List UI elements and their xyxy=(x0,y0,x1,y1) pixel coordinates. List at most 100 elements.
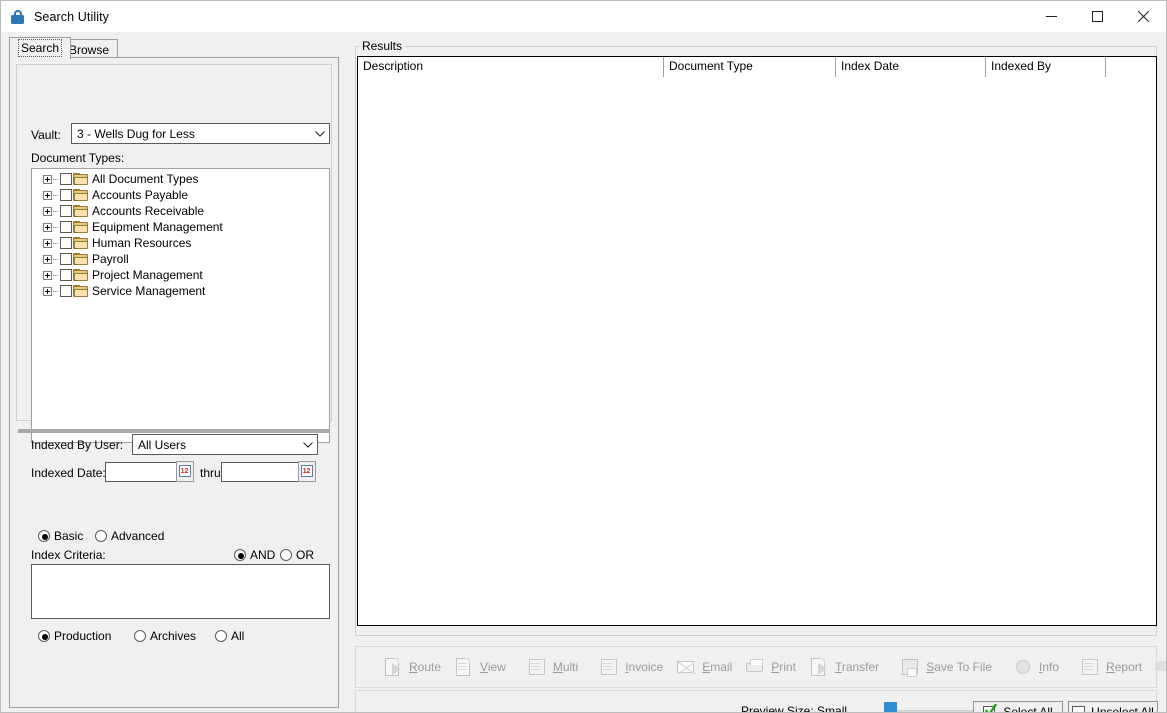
tree-node-label: Human Resources xyxy=(92,236,192,250)
toolbar-item-label: Multi xyxy=(552,660,579,674)
tree-node[interactable]: Accounts Payable xyxy=(32,187,329,203)
calendar-icon-to-button[interactable]: 12 xyxy=(298,461,316,482)
tree-node[interactable]: Service Management xyxy=(32,283,329,299)
tree-node-checkbox[interactable] xyxy=(60,253,72,265)
unselect-all-label: Unselect All xyxy=(1091,705,1154,713)
folder-icon xyxy=(73,204,89,218)
column-header[interactable]: Description xyxy=(358,57,664,77)
toolbar-send-button[interactable]: Send xyxy=(1148,652,1166,682)
tree-node-checkbox[interactable] xyxy=(60,221,72,233)
column-header[interactable]: Indexed By xyxy=(986,57,1106,77)
index-criteria-textarea[interactable] xyxy=(31,564,330,619)
panel-splitter[interactable] xyxy=(18,429,330,433)
expand-icon[interactable] xyxy=(43,206,52,216)
select-all-button[interactable]: Select All xyxy=(973,701,1063,712)
vault-selected-value: 3 - Wells Dug for Less xyxy=(77,126,195,141)
tab-search-label: Search xyxy=(18,39,63,57)
preview-bar: Preview Size: Small Select All Unselect … xyxy=(355,690,1158,713)
expand-icon[interactable] xyxy=(43,222,52,232)
toolbar-report-button[interactable]: Report xyxy=(1073,652,1148,682)
tree-node[interactable]: Human Resources xyxy=(32,235,329,251)
preview-size-slider-thumb[interactable] xyxy=(884,702,897,712)
invoice-icon xyxy=(598,656,620,678)
radio-dot xyxy=(38,630,50,642)
toolbar-route-button[interactable]: Route xyxy=(376,652,447,682)
folder-icon xyxy=(73,268,89,282)
chevron-down-icon xyxy=(299,441,317,448)
index-criteria-label: Index Criteria: xyxy=(31,548,106,562)
toolbar-multi-button[interactable]: Multi xyxy=(520,652,584,682)
tree-node-checkbox[interactable] xyxy=(60,285,72,297)
search-utility-window: Search Utility Search Browse Vault: 3 - … xyxy=(0,0,1167,713)
document-icon xyxy=(453,656,475,678)
expand-icon[interactable] xyxy=(43,190,52,200)
document-types-label: Document Types: xyxy=(31,151,125,165)
indexed-by-user-select[interactable]: All Users xyxy=(132,434,318,455)
radio-dot xyxy=(95,530,107,542)
multi-edit-icon xyxy=(526,656,548,678)
vault-select[interactable]: 3 - Wells Dug for Less xyxy=(71,123,330,144)
tree-node-checkbox[interactable] xyxy=(60,237,72,249)
column-header[interactable]: Document Type xyxy=(664,57,836,77)
tree-node-label: Accounts Receivable xyxy=(92,204,205,218)
maximize-button[interactable] xyxy=(1074,1,1120,32)
tree-node-checkbox[interactable] xyxy=(60,205,72,217)
tree-connector xyxy=(53,242,59,244)
radio-or[interactable]: OR xyxy=(280,548,314,562)
toolbar-view-button[interactable]: View xyxy=(447,652,512,682)
radio-basic[interactable]: Basic xyxy=(38,529,83,543)
expand-icon[interactable] xyxy=(43,238,52,248)
radio-dot xyxy=(38,530,50,542)
toolbar-invoice-button[interactable]: Invoice xyxy=(592,652,669,682)
radio-basic-label: Basic xyxy=(54,529,84,543)
radio-archives[interactable]: Archives xyxy=(134,629,196,643)
radio-advanced[interactable]: Advanced xyxy=(95,529,164,543)
preview-size-label: Preview Size: Small xyxy=(741,704,848,713)
tree-node-checkbox[interactable] xyxy=(60,269,72,281)
chevron-down-icon xyxy=(311,130,329,137)
column-header[interactable]: Index Date xyxy=(836,57,986,77)
indexed-date-to-input[interactable] xyxy=(221,462,303,482)
tree-node-label: Accounts Payable xyxy=(92,188,189,202)
tree-connector xyxy=(53,258,59,260)
indexed-date-from-input[interactable] xyxy=(105,462,187,482)
tree-node[interactable]: Payroll xyxy=(32,251,329,267)
tree-node-checkbox[interactable] xyxy=(60,173,72,185)
tree-node[interactable]: All Document Types xyxy=(32,171,329,187)
radio-and[interactable]: AND xyxy=(234,548,275,562)
tree-connector xyxy=(53,274,59,276)
tree-node-checkbox[interactable] xyxy=(60,189,72,201)
toolbar-item-label: Report xyxy=(1106,660,1143,674)
radio-all[interactable]: All xyxy=(215,629,244,643)
expand-icon[interactable] xyxy=(43,254,52,264)
expand-icon[interactable] xyxy=(43,174,52,184)
document-types-tree[interactable]: All Document Types Accounts Payable Accoun… xyxy=(31,168,330,443)
unselect-all-button[interactable]: Unselect All xyxy=(1068,701,1158,713)
expand-icon[interactable] xyxy=(43,270,52,280)
tree-connector xyxy=(53,290,59,292)
results-grid[interactable]: Description Document Type Index Date Indexe… xyxy=(357,56,1157,626)
toolbar-info-button[interactable]: Info xyxy=(1006,652,1065,682)
tree-node[interactable]: Accounts Receivable xyxy=(32,203,329,219)
radio-production[interactable]: Production xyxy=(38,629,111,643)
minimize-button[interactable] xyxy=(1028,1,1074,32)
close-button[interactable] xyxy=(1120,1,1166,32)
toolbar-print-button[interactable]: Print xyxy=(738,652,802,682)
radio-dot xyxy=(134,630,146,642)
folder-icon xyxy=(73,284,89,298)
tab-search[interactable]: Search xyxy=(9,37,72,59)
save-icon xyxy=(899,656,921,678)
calendar-icon-from-button[interactable]: 12 xyxy=(176,461,194,482)
toolbar-save-to-file-button[interactable]: Save To File xyxy=(893,652,998,682)
vault-label: Vault: xyxy=(31,128,61,142)
toolbar-email-button[interactable]: Email xyxy=(669,652,738,682)
expand-icon[interactable] xyxy=(43,286,52,296)
thru-label: thru xyxy=(200,466,221,480)
tree-node[interactable]: Project Management xyxy=(32,267,329,283)
tree-node[interactable]: Equipment Management xyxy=(32,219,329,235)
padlock-icon xyxy=(10,9,26,25)
tree-connector xyxy=(53,178,59,180)
calendar-icon: 12 xyxy=(178,465,192,478)
results-legend: Results xyxy=(359,39,406,53)
toolbar-transfer-button[interactable]: Transfer xyxy=(802,652,885,682)
